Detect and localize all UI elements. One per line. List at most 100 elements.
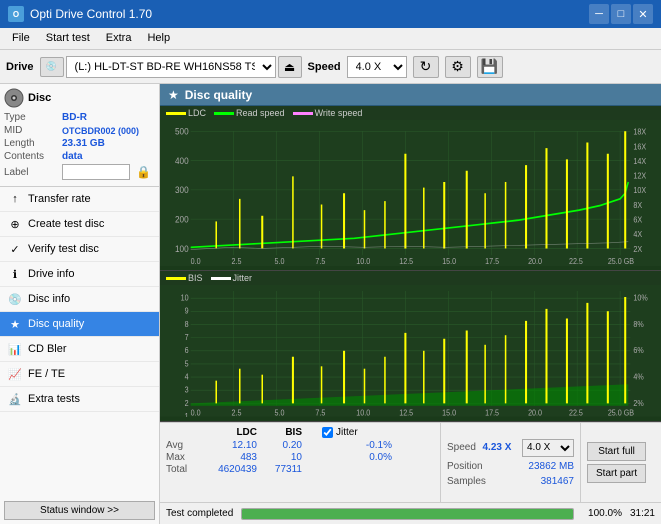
stats-total-row: Total 4620439 77311 [166,464,434,475]
verify-test-icon: ✓ [8,242,22,256]
svg-text:4%: 4% [633,372,643,382]
position-key: Position [447,461,483,472]
svg-text:8X: 8X [633,201,642,210]
maximize-button[interactable]: □ [611,4,631,24]
total-bis: 77311 [257,464,302,475]
svg-text:5: 5 [185,359,189,369]
bis-color [166,277,186,280]
action-buttons: Start full Start part [580,423,652,502]
sidebar-item-label: Disc quality [28,318,84,330]
sidebar-item-transfer-rate[interactable]: ↑ Transfer rate [0,187,159,212]
write-speed-legend-item: Write speed [293,108,363,118]
stats-col-bis: BIS [257,427,302,438]
menu-extra[interactable]: Extra [98,30,140,47]
menu-help[interactable]: Help [139,30,178,47]
time-text: 31:21 [630,508,655,519]
svg-text:15.0: 15.0 [442,257,456,266]
sidebar-item-create-test-disc[interactable]: ⊕ Create test disc [0,212,159,237]
speed-val: 4.23 X [483,442,512,453]
close-button[interactable]: ✕ [633,4,653,24]
speed-select[interactable]: 4.0 X [347,56,407,78]
drive-label: Drive [6,61,34,73]
app-icon: O [8,6,24,22]
speed-select-box[interactable]: 4.0 X [522,439,574,457]
svg-text:8: 8 [185,320,189,330]
disc-label-key: Label [4,167,58,178]
bis-chart-svg: 10 9 8 7 6 5 4 3 2 1 10% 8% 6% [160,285,661,417]
bis-chart-canvas: 10 9 8 7 6 5 4 3 2 1 10% 8% 6% [160,285,661,417]
svg-text:5.0: 5.0 [275,257,285,266]
disc-length-val: 23.31 GB [62,138,105,149]
avg-ldc: 12.10 [202,440,257,451]
progress-text: 100.0% [582,508,622,519]
minimize-button[interactable]: ─ [589,4,609,24]
svg-text:16X: 16X [633,142,646,151]
status-text: Test completed [166,508,233,519]
eject-button[interactable]: ⏏ [278,56,302,78]
position-val: 23862 MB [528,461,574,472]
svg-text:6: 6 [185,346,189,356]
disc-quality-icon: ★ [8,317,22,331]
disc-mid-key: MID [4,125,58,136]
extra-tests-icon: 🔬 [8,392,22,406]
bis-chart: BIS Jitter [160,271,661,422]
svg-text:10%: 10% [633,293,647,303]
sidebar-item-label: CD Bler [28,343,67,355]
svg-text:6X: 6X [633,215,642,224]
position-row: Position 23862 MB [447,461,574,472]
menu-start-test[interactable]: Start test [38,30,98,47]
read-speed-color [214,112,234,115]
disc-label-edit-icon[interactable]: 🔒 [136,165,151,179]
sidebar: Disc Type BD-R MID OTCBDR002 (000) Lengt… [0,84,160,524]
stats-col-empty2 [302,427,322,438]
svg-text:17.5: 17.5 [485,408,499,417]
svg-text:22.5: 22.5 [569,257,583,266]
jitter-color [211,277,231,280]
disc-contents-row: Contents data [4,151,155,162]
progress-bar-fill [242,509,573,519]
main-layout: Disc Type BD-R MID OTCBDR002 (000) Lengt… [0,84,661,524]
sidebar-item-extra-tests[interactable]: 🔬 Extra tests [0,387,159,412]
sidebar-item-disc-quality[interactable]: ★ Disc quality [0,312,159,337]
title-bar: O Opti Drive Control 1.70 ─ □ ✕ [0,0,661,28]
jitter-checkbox-label: Jitter [336,427,358,438]
refresh-button[interactable]: ↻ [413,56,439,78]
speed-row: Speed 4.23 X 4.0 X [447,439,574,457]
app-title: Opti Drive Control 1.70 [30,7,152,21]
status-window-button[interactable]: Status window >> [4,501,155,520]
sidebar-item-drive-info[interactable]: ℹ Drive info [0,262,159,287]
svg-text:0.0: 0.0 [191,257,201,266]
stats-footer: LDC BIS Jitter Avg 12.10 0.20 -0.1% [160,422,661,502]
svg-text:12.5: 12.5 [399,257,413,266]
disc-label-input[interactable] [62,164,130,180]
sidebar-item-verify-test-disc[interactable]: ✓ Verify test disc [0,237,159,262]
save-button[interactable]: 💾 [477,56,503,78]
sidebar-item-label: Extra tests [28,393,80,405]
menu-bar: File Start test Extra Help [0,28,661,50]
svg-text:22.5: 22.5 [569,408,583,417]
content-area: ★ Disc quality LDC Read speed [160,84,661,524]
speed-label: Speed [308,61,341,73]
sidebar-item-fe-te[interactable]: 📈 FE / TE [0,362,159,387]
svg-text:25.0 GB: 25.0 GB [608,257,634,266]
ldc-legend-item: LDC [166,108,206,118]
svg-text:400: 400 [175,156,189,166]
start-part-button[interactable]: Start part [587,464,646,483]
disc-mid-val: OTCBDR002 (000) [62,126,139,136]
svg-text:14X: 14X [633,157,646,166]
drive-select[interactable]: (L:) HL-DT-ST BD-RE WH16NS58 TST4 [66,56,276,78]
read-speed-legend-item: Read speed [214,108,285,118]
nav-items: ↑ Transfer rate ⊕ Create test disc ✓ Ver… [0,187,159,497]
samples-val: 381467 [541,476,574,487]
start-full-button[interactable]: Start full [587,442,646,461]
settings-button[interactable]: ⚙ [445,56,471,78]
sidebar-item-cd-bler[interactable]: 📊 CD Bler [0,337,159,362]
menu-file[interactable]: File [4,30,38,47]
content-header: ★ Disc quality [160,84,661,106]
stats-max-row: Max 483 10 0.0% [166,452,434,463]
drive-toolbar: Drive 💿 (L:) HL-DT-ST BD-RE WH16NS58 TST… [0,50,661,84]
ldc-color [166,112,186,115]
sidebar-item-disc-info[interactable]: 💿 Disc info [0,287,159,312]
svg-text:4: 4 [185,372,190,382]
jitter-checkbox[interactable] [322,427,333,438]
